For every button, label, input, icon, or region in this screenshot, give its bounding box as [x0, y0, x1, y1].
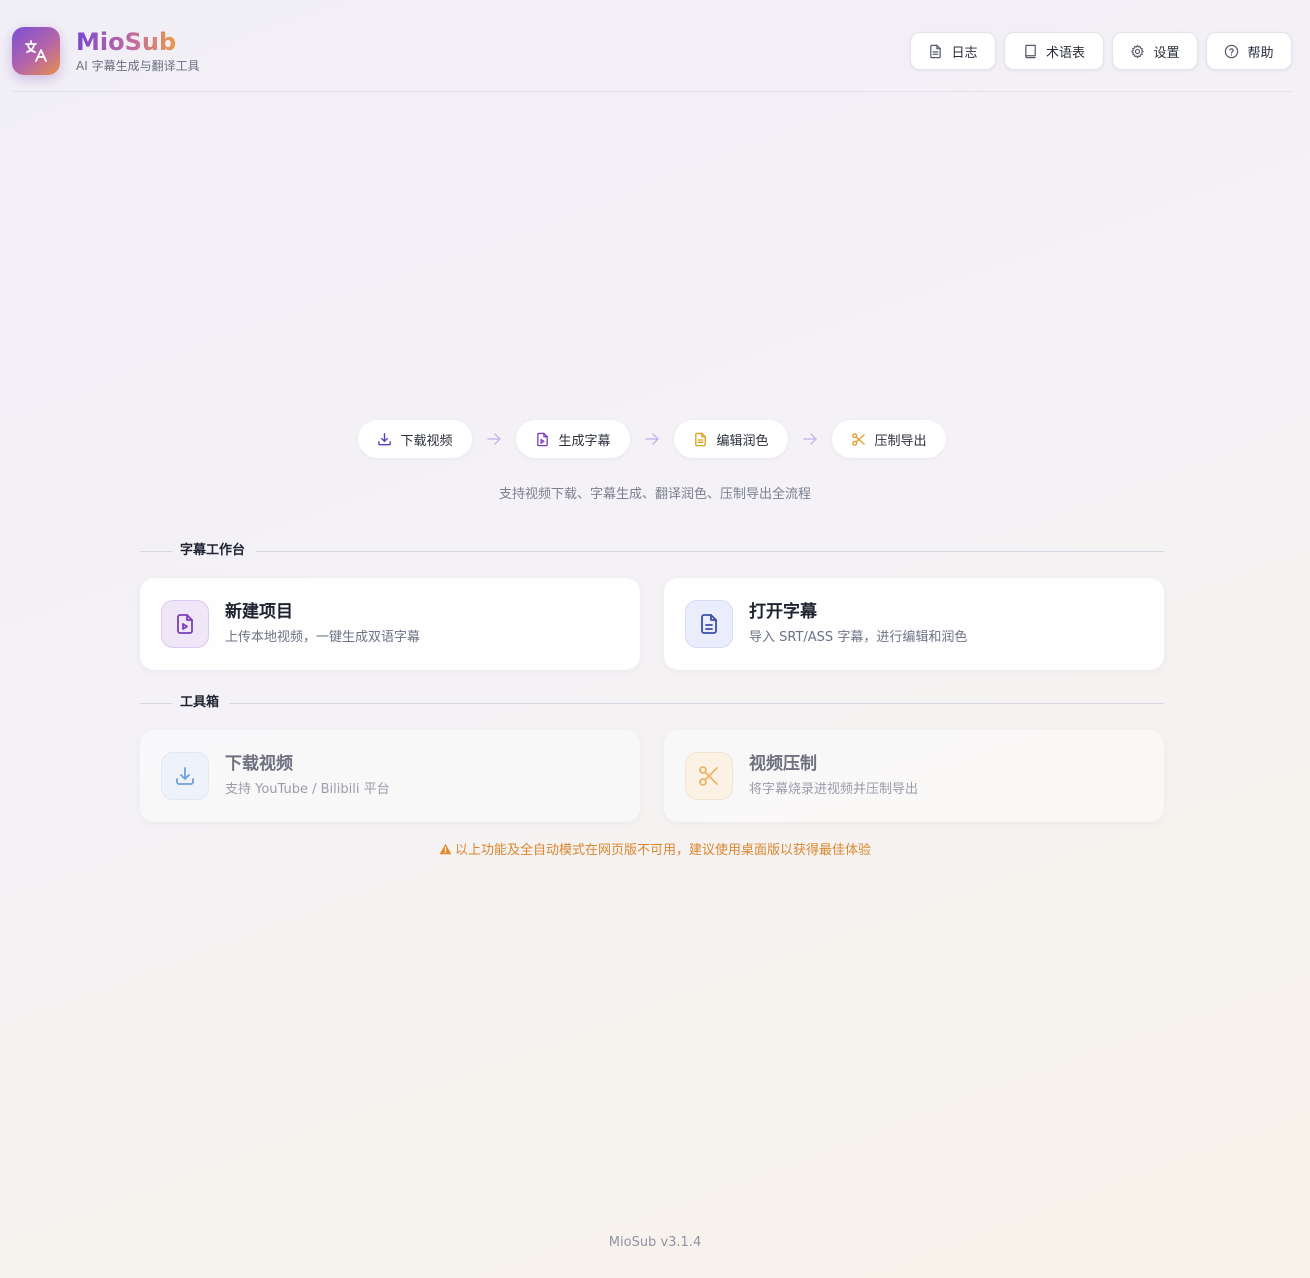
app-title: MioSub [76, 28, 177, 56]
document-icon [701, 614, 717, 634]
log-button-label: 日志 [951, 45, 978, 61]
glossary-button[interactable]: 术语表 [1004, 32, 1104, 70]
divider [229, 703, 1164, 704]
warning-text: 以上功能及全自动模式在网页版不可用，建议使用桌面版以获得最佳体验 [454, 843, 871, 858]
settings-button[interactable]: 设置 [1112, 32, 1198, 70]
translate-icon [25, 40, 47, 62]
download-icon [176, 767, 194, 785]
app-subtitle: AI 字幕生成与翻译工具 [76, 59, 200, 73]
step-download-video: 下载视频 [358, 420, 472, 458]
video-burn-desc: 将字幕烧录进视频并压制导出 [749, 782, 919, 797]
step-export-label: 压制导出 [874, 433, 927, 449]
video-burn-title: 视频压制 [749, 754, 817, 774]
new-project-desc: 上传本地视频，一键生成双语字幕 [225, 630, 421, 645]
divider [256, 551, 1164, 552]
warning-icon [439, 843, 452, 855]
help-button-label: 帮助 [1247, 45, 1274, 61]
step-generate-subtitles: 生成字幕 [516, 420, 630, 458]
web-unavailable-warning: 以上功能及全自动模式在网页版不可用，建议使用桌面版以获得最佳体验 [0, 839, 1310, 858]
help-circle-icon [1225, 44, 1239, 58]
arrow-right-icon [803, 433, 817, 445]
workbench-section-title: 字幕工作台 [180, 543, 246, 558]
step-edit-polish: 编辑润色 [674, 420, 788, 458]
log-button[interactable]: 日志 [910, 32, 996, 70]
toolbox-section-header: 工具箱 [140, 695, 1164, 711]
divider [140, 703, 172, 704]
version-label: MioSub v3.1.4 [608, 1235, 702, 1250]
scissors-icon [852, 432, 866, 446]
video-burn-card[interactable]: 视频压制 将字幕烧录进视频并压制导出 [664, 730, 1164, 822]
download-video-card[interactable]: 下载视频 支持 YouTube / Bilibili 平台 [140, 730, 640, 822]
download-video-icon-box [161, 752, 209, 800]
new-project-card[interactable]: 新建项目 上传本地视频，一键生成双语字幕 [140, 578, 640, 670]
open-subtitle-icon-box [685, 600, 733, 648]
download-icon [378, 432, 392, 445]
video-file-icon [537, 432, 549, 446]
divider [140, 551, 172, 552]
new-project-title: 新建项目 [225, 602, 293, 622]
book-icon [1025, 44, 1036, 58]
gear-icon [1131, 44, 1145, 58]
settings-button-label: 设置 [1153, 45, 1180, 61]
app-header: MioSub AI 字幕生成与翻译工具 日志 术语表 设置 帮助 [12, 0, 1292, 92]
step-burn-export: 压制导出 [832, 420, 946, 458]
workbench-section-header: 字幕工作台 [140, 543, 1164, 559]
step-download-label: 下载视频 [400, 433, 453, 449]
help-button[interactable]: 帮助 [1206, 32, 1292, 70]
arrow-right-icon [645, 433, 659, 445]
arrow-right-icon [487, 433, 501, 445]
pipeline-tagline: 支持视频下载、字幕生成、翻译润色、压制导出全流程 [498, 487, 811, 502]
download-video-title: 下载视频 [225, 754, 293, 774]
new-project-icon-box [161, 600, 209, 648]
step-edit-label: 编辑润色 [716, 433, 769, 449]
app-logo [12, 27, 60, 75]
download-video-desc: 支持 YouTube / Bilibili 平台 [225, 782, 390, 797]
document-icon [695, 432, 707, 446]
step-generate-label: 生成字幕 [558, 433, 611, 449]
glossary-button-label: 术语表 [1045, 45, 1085, 61]
scissors-icon [699, 766, 718, 786]
toolbox-section-title: 工具箱 [180, 695, 220, 710]
video-burn-icon-box [685, 752, 733, 800]
open-subtitle-desc: 导入 SRT/ASS 字幕，进行编辑和润色 [749, 630, 968, 645]
open-subtitle-title: 打开字幕 [749, 602, 817, 622]
video-file-icon [177, 614, 193, 634]
open-subtitle-card[interactable]: 打开字幕 导入 SRT/ASS 字幕，进行编辑和润色 [664, 578, 1164, 670]
file-text-icon [930, 44, 942, 58]
